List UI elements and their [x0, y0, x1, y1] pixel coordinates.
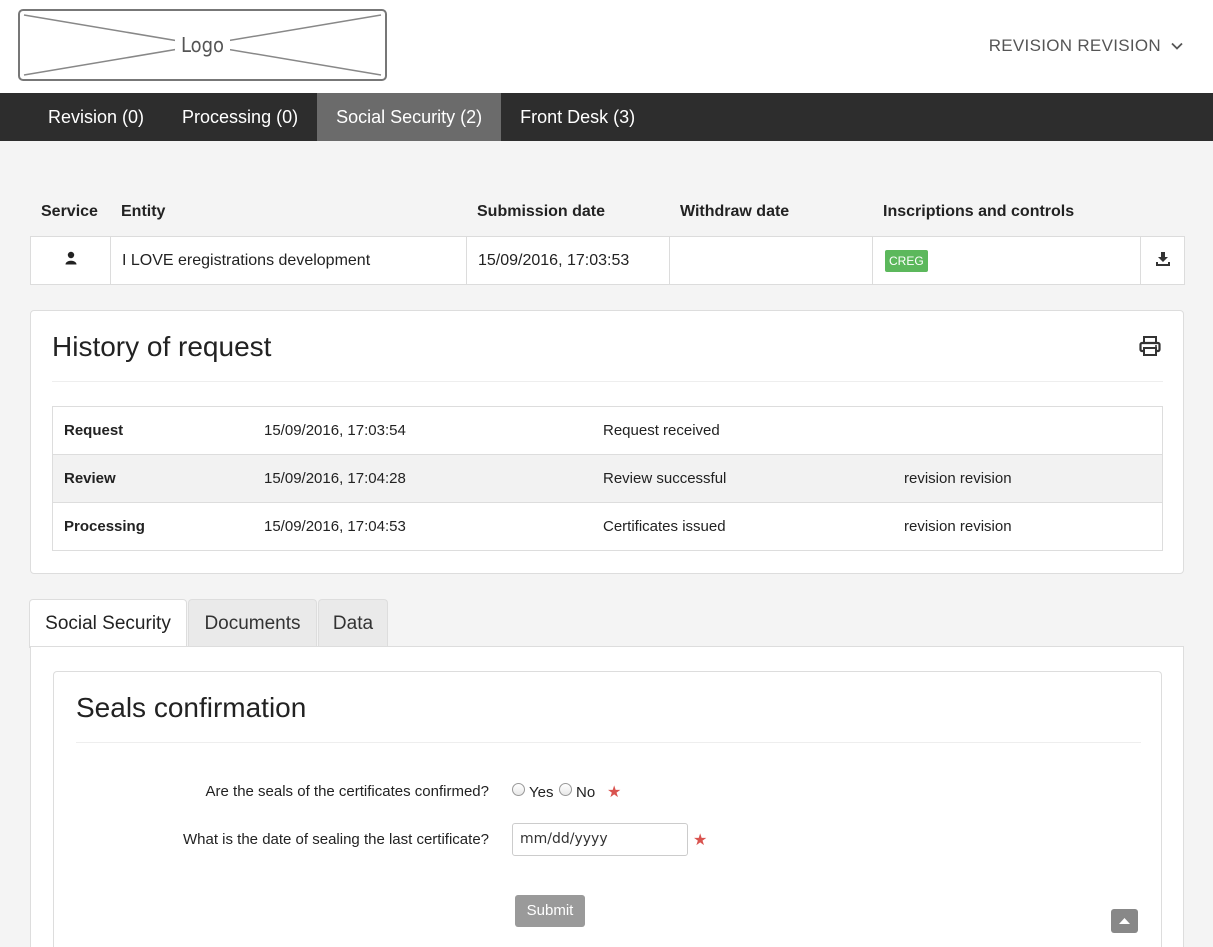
- history-panel: History of request Request 15/09/2016, 1…: [30, 310, 1184, 574]
- history-user: revision revision: [904, 470, 1012, 487]
- scroll-to-top-button[interactable]: [1111, 909, 1138, 933]
- history-row: Processing 15/09/2016, 17:04:53 Certific…: [53, 503, 1162, 550]
- history-status: Certificates issued: [603, 518, 726, 535]
- sealing-date-label: What is the date of sealing the last cer…: [183, 831, 489, 848]
- history-date: 15/09/2016, 17:04:53: [264, 518, 406, 535]
- seals-title: Seals confirmation: [76, 692, 307, 723]
- radio-no-label[interactable]: No: [576, 784, 595, 801]
- history-date: 15/09/2016, 17:04:28: [264, 470, 406, 487]
- creg-badge[interactable]: CREG: [885, 250, 928, 272]
- withdraw-date-cell: [670, 237, 873, 284]
- tab-documents[interactable]: Documents: [188, 599, 317, 647]
- tab-content: Seals confirmation Are the seals of the …: [30, 646, 1184, 947]
- history-step: Review: [64, 470, 116, 487]
- user-icon: [65, 251, 76, 265]
- download-icon[interactable]: [1155, 251, 1171, 267]
- user-menu[interactable]: REVISION REVISION: [989, 36, 1183, 56]
- history-user: revision revision: [904, 518, 1012, 535]
- divider: [52, 381, 1163, 382]
- history-row: Request 15/09/2016, 17:03:54 Request rec…: [53, 407, 1162, 455]
- history-title: History of request: [52, 331, 272, 362]
- tab-data[interactable]: Data: [318, 599, 388, 647]
- column-header-withdraw-date: Withdraw date: [680, 203, 790, 220]
- table-row[interactable]: I LOVE eregistrations development 15/09/…: [30, 236, 1185, 285]
- logo[interactable]: Logo: [18, 9, 387, 81]
- column-header-service: Service: [41, 203, 98, 220]
- history-table: Request 15/09/2016, 17:03:54 Request rec…: [52, 406, 1163, 551]
- chevron-down-icon: [1171, 42, 1183, 50]
- history-status: Request received: [603, 422, 720, 439]
- nav-tab-revision[interactable]: Revision (0): [29, 93, 163, 141]
- service-cell: [31, 237, 111, 284]
- history-status: Review successful: [603, 470, 727, 487]
- radio-yes-label[interactable]: Yes: [529, 784, 553, 801]
- download-cell: [1141, 237, 1184, 284]
- tab-social-security[interactable]: Social Security: [29, 599, 187, 648]
- main-nav: Revision (0) Processing (0) Social Secur…: [0, 93, 1213, 141]
- seals-confirmed-label: Are the seals of the certificates confir…: [205, 783, 489, 800]
- radio-no[interactable]: [559, 783, 572, 796]
- history-step: Processing: [64, 518, 145, 535]
- requests-table-header: Service Entity Submission date Withdraw …: [30, 197, 1185, 227]
- column-header-submission-date: Submission date: [477, 203, 606, 220]
- history-row: Review 15/09/2016, 17:04:28 Review succe…: [53, 455, 1162, 503]
- print-icon[interactable]: [1139, 335, 1161, 357]
- chevron-up-icon: [1119, 918, 1130, 924]
- column-header-inscriptions: Inscriptions and controls: [883, 203, 1075, 220]
- logo-text: Logo: [174, 33, 231, 57]
- nav-tab-processing[interactable]: Processing (0): [163, 93, 317, 141]
- nav-tab-front-desk[interactable]: Front Desk (3): [501, 93, 654, 141]
- entity-cell: I LOVE eregistrations development: [111, 237, 467, 284]
- history-date: 15/09/2016, 17:03:54: [264, 422, 406, 439]
- sealing-date-input[interactable]: mm/dd/yyyy: [512, 823, 688, 856]
- radio-yes[interactable]: [512, 783, 525, 796]
- divider: [76, 742, 1141, 743]
- history-step: Request: [64, 422, 124, 439]
- seals-panel: Seals confirmation Are the seals of the …: [53, 671, 1162, 947]
- submission-date-cell: 15/09/2016, 17:03:53: [467, 237, 670, 284]
- nav-tab-social-security[interactable]: Social Security (2): [317, 93, 502, 141]
- required-star-icon: ★: [607, 784, 622, 801]
- user-name: REVISION REVISION: [988, 36, 1161, 55]
- column-header-entity: Entity: [121, 203, 166, 220]
- submit-button[interactable]: Submit: [515, 895, 585, 927]
- required-star-icon: ★: [693, 832, 708, 849]
- inscriptions-cell: CREG: [873, 237, 1141, 284]
- header: Logo REVISION REVISION: [0, 0, 1213, 93]
